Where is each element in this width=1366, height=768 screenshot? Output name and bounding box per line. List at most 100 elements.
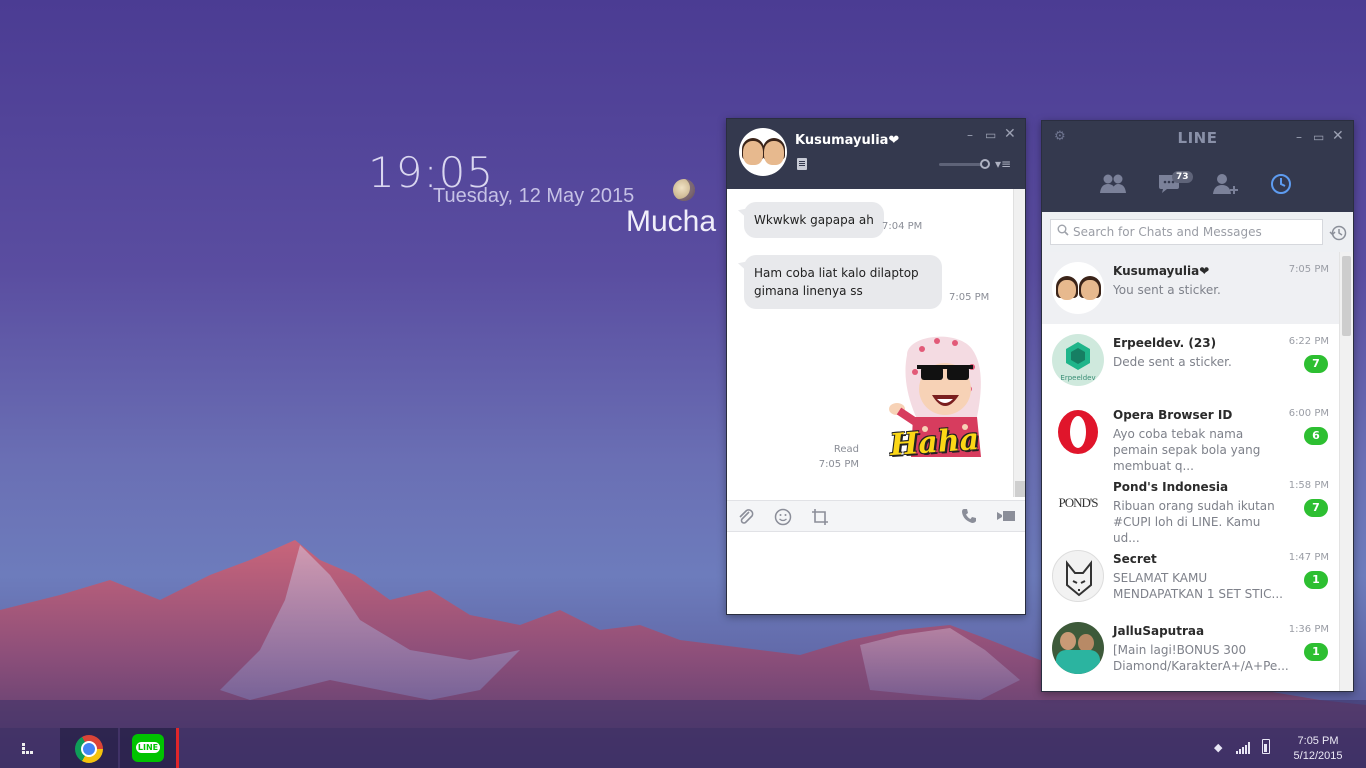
close-icon[interactable]: ✕ xyxy=(1004,127,1016,141)
chat-name: Secret xyxy=(1113,552,1157,566)
message-time: 7:05 PM xyxy=(949,292,990,303)
chat-preview: Dede sent a sticker. xyxy=(1113,355,1232,369)
sticker-text: Haha xyxy=(888,421,981,464)
chat-preview: SELAMAT KAMU MENDAPATKAN 1 SET STIC... xyxy=(1113,571,1283,601)
message-area: Wkwkwk gapapa ah 7:04 PM Ham coba liat k… xyxy=(727,189,1013,497)
chat-name: Kusumayulia❤ xyxy=(1113,264,1210,278)
opacity-slider[interactable] xyxy=(939,159,990,169)
start-button[interactable] xyxy=(20,741,34,755)
avatar-label: Erpeeldev xyxy=(1060,374,1095,382)
chat-header: Kusumayulia❤ – ▭ ✕ ▾≡ xyxy=(727,119,1025,189)
moon-icon xyxy=(673,179,695,201)
chat-list-item[interactable]: Erpeeldev Erpeeldev. (23) Dede sent a st… xyxy=(1042,324,1339,396)
app-title: LINE xyxy=(1177,129,1218,147)
active-indicator xyxy=(176,728,179,768)
chat-list-item[interactable]: POND'S Pond's Indonesia Ribuan orang sud… xyxy=(1042,468,1339,545)
scrollbar-thumb[interactable] xyxy=(1015,481,1025,497)
tray-expand-icon[interactable]: ◆ xyxy=(1214,741,1222,754)
message-input[interactable] xyxy=(727,532,1025,614)
tray-time: 7:05 PM xyxy=(1297,735,1339,747)
chat-list-item[interactable]: Secret SELAMAT KAMU MENDAPATKAN 1 SET ST… xyxy=(1042,540,1339,612)
search-input[interactable] xyxy=(1073,222,1319,242)
chat-list-item[interactable]: Kusumayulia❤ You sent a sticker. 7:05 PM xyxy=(1042,252,1339,324)
crop-icon[interactable] xyxy=(811,508,829,529)
emoji-icon[interactable] xyxy=(774,508,792,529)
secret-fox-logo xyxy=(1066,560,1092,597)
line-taskbar-button[interactable]: LINE xyxy=(120,728,178,768)
minimize-icon[interactable]: – xyxy=(967,129,973,141)
chat-avatar: Erpeeldev xyxy=(1052,334,1104,386)
line-header: ⚙ LINE – ▭ ✕ 73 xyxy=(1042,121,1353,212)
contact-name: Kusumayulia❤ xyxy=(795,133,900,148)
chat-preview: Ayo coba tebak nama pemain sepak bola ya… xyxy=(1113,427,1261,473)
unread-badge: 7 xyxy=(1304,355,1328,373)
phone-icon[interactable] xyxy=(961,508,977,527)
chats-unread-badge: 73 xyxy=(1172,171,1193,183)
unread-badge: 1 xyxy=(1304,571,1328,589)
read-time: 7:05 PM xyxy=(818,459,859,470)
add-friend-tab-icon[interactable] xyxy=(1213,173,1239,200)
history-tab-icon[interactable] xyxy=(1270,173,1292,200)
search-bar xyxy=(1042,212,1353,252)
line-icon: LINE xyxy=(132,734,164,762)
read-status: Read xyxy=(833,444,859,455)
desktop-username: Mucha xyxy=(626,205,717,238)
chrome-icon xyxy=(75,735,103,763)
chat-name: JalluSaputraa xyxy=(1113,624,1205,638)
erpeeldev-logo: Erpeeldev xyxy=(1060,342,1096,382)
note-icon[interactable] xyxy=(797,158,807,170)
maximize-icon[interactable]: ▭ xyxy=(1313,131,1324,143)
line-main-window: ⚙ LINE – ▭ ✕ 73 Search for Chats and Mes… xyxy=(1041,120,1354,692)
chat-avatar xyxy=(1052,262,1104,314)
read-receipt: Read 7:05 PM xyxy=(815,442,859,472)
tray-clock[interactable]: 7:05 PM 5/12/2015 xyxy=(1283,734,1353,764)
unread-badge: 7 xyxy=(1304,499,1328,517)
message-bubble: Ham coba liat kalo dilaptop gimana linen… xyxy=(744,255,942,309)
chat-time: 1:47 PM xyxy=(1288,552,1329,563)
chat-name: Pond's Indonesia xyxy=(1113,480,1229,494)
unread-badge: 1 xyxy=(1304,643,1328,661)
maximize-icon[interactable]: ▭ xyxy=(985,129,996,141)
chat-avatar xyxy=(1052,550,1104,602)
chat-avatar xyxy=(1052,406,1104,458)
chat-name: Erpeeldev. (23) xyxy=(1113,336,1217,350)
chat-time: 1:58 PM xyxy=(1288,480,1329,491)
contact-avatar[interactable] xyxy=(739,128,787,176)
chat-list-item[interactable]: JalluSaputraa [Main lagi!BONUS 300 Diamo… xyxy=(1042,612,1339,684)
chat-preview: [Main lagi!BONUS 300 Diamond/KarakterA+/… xyxy=(1113,643,1289,673)
attach-icon[interactable] xyxy=(737,508,755,529)
line-icon-label: LINE xyxy=(135,742,161,753)
taskbar: LINE ◆ 7:05 PM 5/12/2015 xyxy=(0,728,1366,768)
unread-badge: 6 xyxy=(1304,427,1328,445)
battery-icon[interactable] xyxy=(1262,739,1270,754)
close-icon[interactable]: ✕ xyxy=(1332,129,1344,143)
chat-toolbar xyxy=(727,500,1025,532)
chat-time: 6:22 PM xyxy=(1288,336,1329,347)
menu-icon[interactable]: ▾≡ xyxy=(995,157,1011,171)
opera-logo xyxy=(1058,410,1098,454)
message-scrollbar[interactable] xyxy=(1013,189,1025,497)
slider-knob[interactable] xyxy=(980,159,990,169)
chat-avatar: POND'S xyxy=(1052,478,1104,530)
tray-date: 5/12/2015 xyxy=(1293,750,1343,762)
scrollbar-thumb[interactable] xyxy=(1342,256,1351,336)
chat-time: 7:05 PM xyxy=(1288,264,1329,275)
desktop-date: Tuesday, 12 May 2015 xyxy=(433,185,635,207)
message-time: 7:04 PM xyxy=(882,221,923,232)
search-icon xyxy=(1057,224,1069,239)
chat-list-scrollbar[interactable] xyxy=(1339,252,1353,691)
chrome-taskbar-button[interactable] xyxy=(60,728,118,768)
chat-list: Kusumayulia❤ You sent a sticker. 7:05 PM… xyxy=(1042,252,1339,691)
friends-tab-icon[interactable] xyxy=(1100,173,1126,200)
chat-preview: Ribuan orang sudah ikutan #CUPI loh di L… xyxy=(1113,499,1275,545)
ponds-logo: POND'S xyxy=(1058,495,1099,510)
network-icon[interactable] xyxy=(1236,742,1250,754)
haha-sticker[interactable]: Haha xyxy=(877,327,993,475)
recent-search-icon[interactable] xyxy=(1329,224,1347,246)
chat-list-item[interactable]: Opera Browser ID Ayo coba tebak nama pem… xyxy=(1042,396,1339,473)
video-icon[interactable] xyxy=(996,508,1016,527)
minimize-icon[interactable]: – xyxy=(1296,131,1302,143)
search-box[interactable] xyxy=(1050,219,1323,245)
chat-avatar xyxy=(1052,622,1104,674)
message-bubble: Wkwkwk gapapa ah xyxy=(744,202,884,238)
